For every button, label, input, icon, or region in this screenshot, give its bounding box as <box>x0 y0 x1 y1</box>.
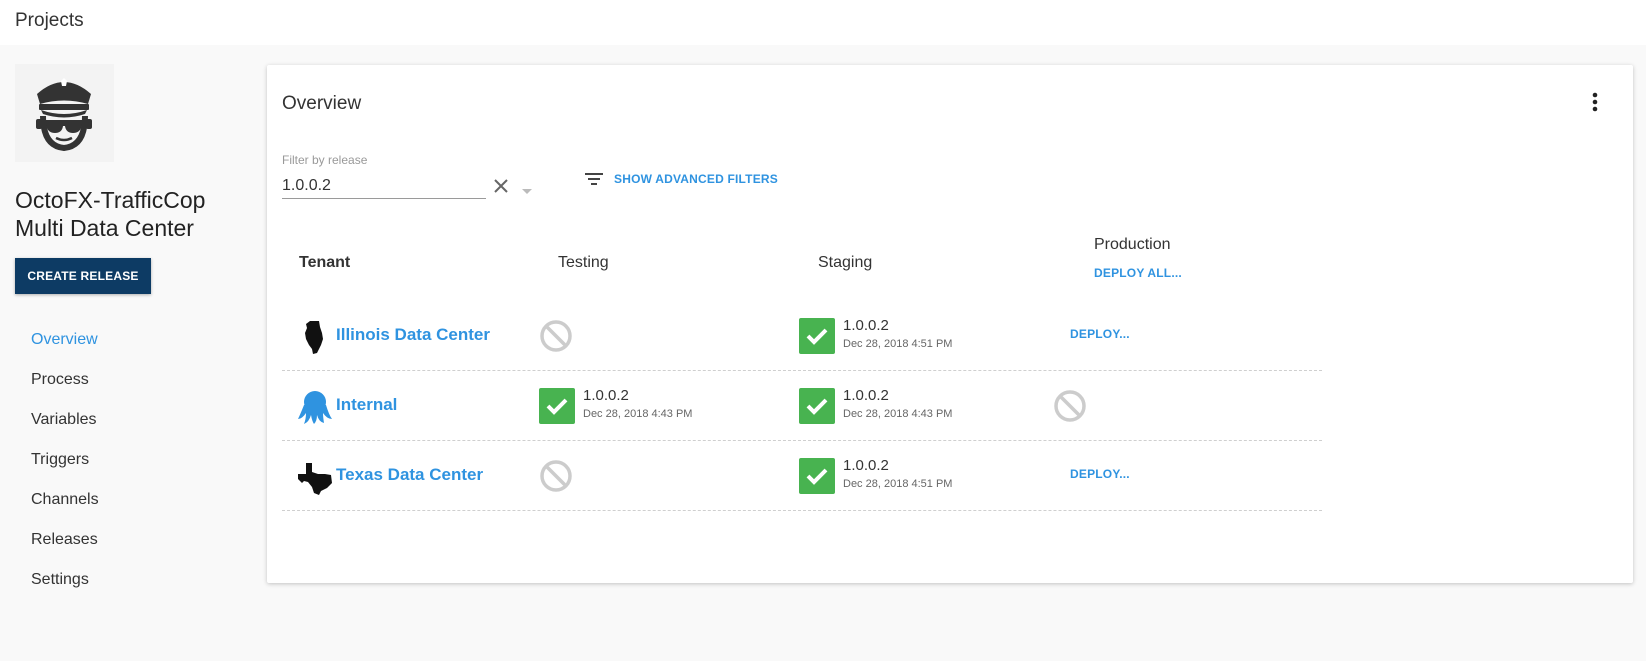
success-check-icon[interactable] <box>799 458 835 494</box>
skipped-icon <box>1054 390 1086 422</box>
release-version: 1.0.0.2 <box>843 317 889 334</box>
release-version: 1.0.0.2 <box>583 387 629 404</box>
filter-release-input[interactable] <box>282 173 486 199</box>
deploy-button[interactable]: DEPLOY... <box>1070 327 1130 341</box>
table-row: Texas Data Center 1.0.0.2 Dec 28, 2018 4… <box>282 441 1322 511</box>
tenant-link[interactable]: Texas Data Center <box>336 465 483 485</box>
success-check-icon[interactable] <box>539 388 575 424</box>
page-title: Projects <box>15 10 84 31</box>
nav-item-variables[interactable]: Variables <box>31 410 99 450</box>
deployment-date: Dec 28, 2018 4:51 PM <box>843 338 953 350</box>
nav-item-overview[interactable]: Overview <box>31 330 99 370</box>
deployment-date: Dec 28, 2018 4:51 PM <box>843 478 953 490</box>
top-bar: Projects <box>0 0 1646 45</box>
texas-state-icon <box>297 459 333 495</box>
police-officer-icon <box>15 64 114 162</box>
nav-item-process[interactable]: Process <box>31 370 99 410</box>
nav-item-releases[interactable]: Releases <box>31 530 99 570</box>
more-vert-icon[interactable] <box>1585 90 1605 114</box>
show-advanced-filters-button[interactable]: SHOW ADVANCED FILTERS <box>585 169 778 189</box>
tenant-link[interactable]: Illinois Data Center <box>336 325 490 345</box>
show-advanced-filters-label: SHOW ADVANCED FILTERS <box>614 172 778 186</box>
column-header-testing: Testing <box>558 254 609 271</box>
deployment-date: Dec 28, 2018 4:43 PM <box>843 408 953 420</box>
project-name: OctoFX-TrafficCop Multi Data Center <box>15 187 206 241</box>
overview-title: Overview <box>282 93 362 114</box>
deploy-button[interactable]: DEPLOY... <box>1070 467 1130 481</box>
column-header-production: Production <box>1094 236 1171 253</box>
release-version: 1.0.0.2 <box>843 387 889 404</box>
filter-list-icon <box>585 173 603 185</box>
create-release-button[interactable]: CREATE RELEASE <box>15 258 151 294</box>
skipped-icon <box>540 320 572 352</box>
table-row: Illinois Data Center 1.0.0.2 Dec 28, 201… <box>282 301 1322 371</box>
tenant-link[interactable]: Internal <box>336 395 397 415</box>
nav-item-channels[interactable]: Channels <box>31 490 99 530</box>
table-row: Internal 1.0.0.2 Dec 28, 2018 4:43 PM 1.… <box>282 371 1322 441</box>
chevron-down-icon[interactable] <box>521 183 533 194</box>
nav-item-triggers[interactable]: Triggers <box>31 450 99 490</box>
column-header-staging: Staging <box>818 254 873 271</box>
deployment-date: Dec 28, 2018 4:43 PM <box>583 408 693 420</box>
clear-icon[interactable] <box>493 178 509 194</box>
deploy-all-button[interactable]: DEPLOY ALL... <box>1094 266 1182 280</box>
column-header-tenant: Tenant <box>299 254 351 271</box>
success-check-icon[interactable] <box>799 388 835 424</box>
illinois-state-icon <box>297 319 333 355</box>
filter-release-label: Filter by release <box>282 153 368 167</box>
skipped-icon <box>540 460 572 492</box>
octopus-icon <box>297 389 333 425</box>
release-version: 1.0.0.2 <box>843 457 889 474</box>
success-check-icon[interactable] <box>799 318 835 354</box>
nav-item-settings[interactable]: Settings <box>31 570 99 610</box>
overview-card: Overview Filter by release SHOW ADVANCED… <box>267 65 1633 583</box>
project-nav: Overview Process Variables Triggers Chan… <box>31 330 99 610</box>
